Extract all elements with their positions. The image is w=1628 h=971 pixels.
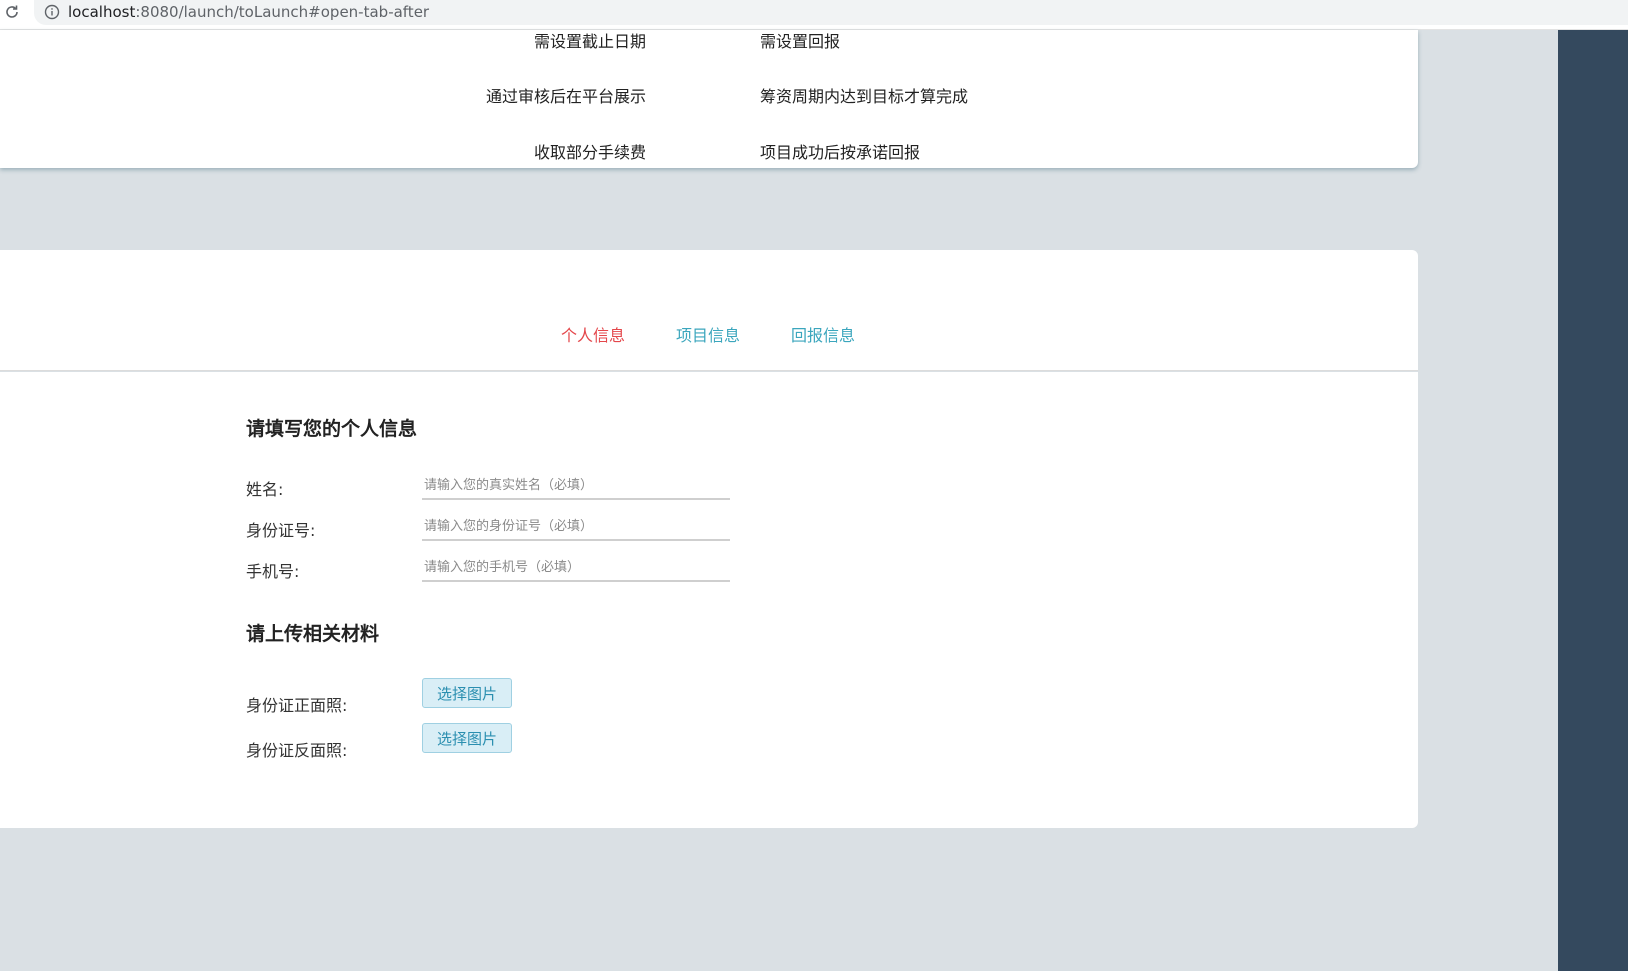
tab-reward-info[interactable]: 回报信息: [791, 322, 855, 346]
tab-project-info[interactable]: 项目信息: [676, 322, 740, 346]
personal-info-form: 请填写您的个人信息 姓名: 身份证号: 手机号: 请上传相关材料 身份证正面照:…: [0, 372, 1418, 828]
id-front-label: 身份证正面照:: [246, 696, 348, 715]
upload-title: 请上传相关材料: [246, 623, 380, 645]
phone-input[interactable]: [422, 554, 730, 582]
id-number-input[interactable]: [422, 513, 730, 541]
url-host: localhost: [68, 3, 136, 21]
name-input[interactable]: [422, 472, 730, 500]
url-path: :8080/launch/toLaunch#open-tab-after: [135, 3, 430, 21]
id-back-label: 身份证反面照:: [246, 741, 348, 760]
browser-toolbar: localhost:8080/launch/toLaunch#open-tab-…: [0, 0, 1628, 30]
tab-personal-info[interactable]: 个人信息: [561, 322, 625, 346]
id-back-choose-image-button[interactable]: 选择图片: [422, 723, 512, 753]
rule-right-1: 需设置回报: [760, 32, 841, 51]
rule-left-1: 需设置截止日期: [533, 32, 646, 51]
rules-left-column: 需设置截止日期 通过审核后在平台展示 收取部分手续费: [346, 30, 646, 168]
url-text[interactable]: localhost:8080/launch/toLaunch#open-tab-…: [68, 2, 429, 22]
phone-label: 手机号:: [246, 562, 300, 581]
rule-right-3: 项目成功后按承诺回报: [760, 143, 921, 162]
info-icon[interactable]: [44, 4, 60, 20]
rules-right-column: 需设置回报 筹资周期内达到目标才算完成 项目成功后按承诺回报: [760, 30, 1160, 168]
crowdfunding-rules-card: 需设置截止日期 通过审核后在平台展示 收取部分手续费 需设置回报 筹资周期内达到…: [0, 30, 1418, 168]
reload-icon[interactable]: [4, 4, 20, 20]
id-number-label: 身份证号:: [246, 521, 316, 540]
personal-info-title: 请填写您的个人信息: [246, 418, 418, 440]
rule-right-2: 筹资周期内达到目标才算完成: [760, 87, 969, 106]
name-label: 姓名:: [246, 480, 284, 499]
address-bar[interactable]: localhost:8080/launch/toLaunch#open-tab-…: [34, 0, 1628, 25]
id-front-choose-image-button[interactable]: 选择图片: [422, 678, 512, 708]
rule-left-2: 通过审核后在平台展示: [485, 87, 646, 106]
launch-tabs-card: 个人信息 项目信息 回报信息: [0, 250, 1418, 371]
rule-left-3: 收取部分手续费: [533, 143, 646, 162]
right-side-panel: [1558, 30, 1628, 971]
